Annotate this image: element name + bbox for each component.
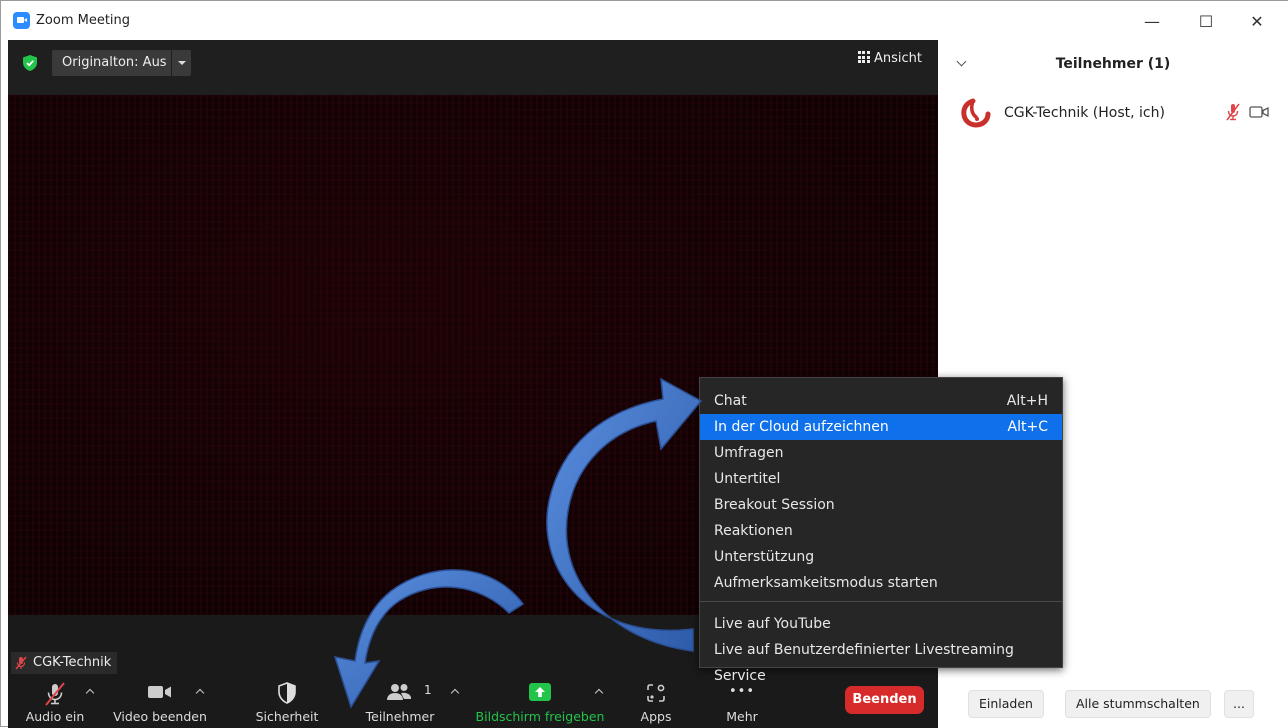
apps-button[interactable]: Apps bbox=[628, 674, 684, 728]
menu-item-chat[interactable]: Chat Alt+H bbox=[700, 388, 1062, 414]
video-label: Video beenden bbox=[113, 709, 207, 724]
video-name-label: CGK-Technik bbox=[33, 655, 112, 670]
menu-item-live-youtube[interactable]: Live auf YouTube bbox=[700, 611, 1062, 637]
window-title: Zoom Meeting bbox=[36, 13, 131, 28]
original-sound-dropdown[interactable] bbox=[171, 50, 191, 76]
minimize-button[interactable]: — bbox=[1137, 9, 1167, 35]
muted-mic-icon bbox=[45, 682, 65, 706]
more-label: Mehr bbox=[726, 709, 758, 724]
menu-item-support[interactable]: Unterstützung bbox=[700, 544, 1062, 570]
encryption-shield-icon[interactable] bbox=[22, 54, 38, 72]
participant-muted-mic-icon[interactable] bbox=[1225, 103, 1241, 121]
video-button[interactable]: Video beenden bbox=[108, 674, 212, 728]
participants-label: Teilnehmer bbox=[365, 709, 435, 724]
video-camera-icon bbox=[148, 686, 171, 698]
panel-more-button[interactable]: ... bbox=[1224, 690, 1254, 718]
grid-view-icon bbox=[857, 51, 870, 63]
title-bar: Zoom Meeting — ☐ ✕ bbox=[1, 1, 1288, 41]
muted-mic-icon bbox=[15, 656, 27, 670]
meeting-top-bar: Originalton: Aus Ansicht bbox=[8, 40, 938, 95]
close-button[interactable]: ✕ bbox=[1242, 9, 1272, 35]
participant-avatar bbox=[961, 98, 991, 128]
view-label: Ansicht bbox=[873, 51, 922, 66]
menu-item-captions[interactable]: Untertitel bbox=[700, 466, 1062, 492]
share-screen-icon bbox=[529, 683, 551, 701]
security-button[interactable]: Sicherheit bbox=[248, 674, 326, 728]
panel-footer: Einladen Alle stummschalten ... bbox=[938, 684, 1288, 728]
menu-item-breakout-session[interactable]: Breakout Session bbox=[700, 492, 1062, 518]
original-sound-button[interactable]: Originalton: Aus bbox=[52, 50, 177, 76]
security-label: Sicherheit bbox=[255, 709, 319, 724]
participants-icon bbox=[387, 684, 411, 700]
participants-button[interactable]: 1 Teilnehmer bbox=[360, 674, 440, 728]
invite-button[interactable]: Einladen bbox=[968, 690, 1044, 718]
panel-title: Teilnehmer (1) bbox=[1055, 56, 1171, 72]
menu-item-focus-mode[interactable]: Aufmerksamkeitsmodus starten bbox=[700, 570, 1062, 596]
maximize-button[interactable]: ☐ bbox=[1191, 9, 1221, 35]
zoom-window: Zoom Meeting — ☐ ✕ Originalton: Aus Ansi… bbox=[0, 0, 1288, 728]
zoom-app-icon bbox=[13, 12, 30, 29]
menu-item-live-custom-service[interactable]: Live auf Benutzerdefinierter Livestreami… bbox=[700, 637, 1062, 684]
apps-label: Apps bbox=[640, 709, 672, 724]
menu-item-reactions[interactable]: Reaktionen bbox=[700, 518, 1062, 544]
menu-item-polls[interactable]: Umfragen bbox=[700, 440, 1062, 466]
participants-options-caret[interactable] bbox=[450, 688, 462, 698]
share-screen-button[interactable]: Bildschirm freigeben bbox=[474, 674, 606, 728]
video-options-caret[interactable] bbox=[195, 688, 207, 698]
audio-button[interactable]: Audio ein bbox=[20, 674, 90, 728]
menu-item-cloud-recording[interactable]: In der Cloud aufzeichnen Alt+C bbox=[700, 414, 1062, 440]
panel-header: Teilnehmer (1) bbox=[938, 40, 1288, 88]
shield-icon bbox=[278, 682, 296, 704]
share-options-caret[interactable] bbox=[594, 688, 606, 698]
menu-separator bbox=[700, 601, 1062, 602]
participant-row[interactable]: CGK-Technik (Host, ich) bbox=[938, 92, 1288, 136]
participant-count-badge: 1 bbox=[424, 683, 432, 697]
apps-icon bbox=[647, 684, 665, 702]
participant-video-camera-icon[interactable] bbox=[1249, 105, 1269, 119]
share-screen-label: Bildschirm freigeben bbox=[475, 709, 605, 724]
more-menu: Chat Alt+H In der Cloud aufzeichnen Alt+C … bbox=[699, 377, 1063, 684]
view-button[interactable]: Ansicht bbox=[857, 50, 922, 68]
audio-options-caret[interactable] bbox=[85, 688, 97, 698]
mute-all-button[interactable]: Alle stummschalten bbox=[1065, 690, 1211, 718]
participant-name: CGK-Technik (Host, ich) bbox=[1004, 105, 1165, 121]
video-name-tag: CGK-Technik bbox=[11, 652, 118, 674]
end-meeting-button[interactable]: Beenden bbox=[845, 686, 924, 714]
audio-label: Audio ein bbox=[25, 709, 85, 724]
